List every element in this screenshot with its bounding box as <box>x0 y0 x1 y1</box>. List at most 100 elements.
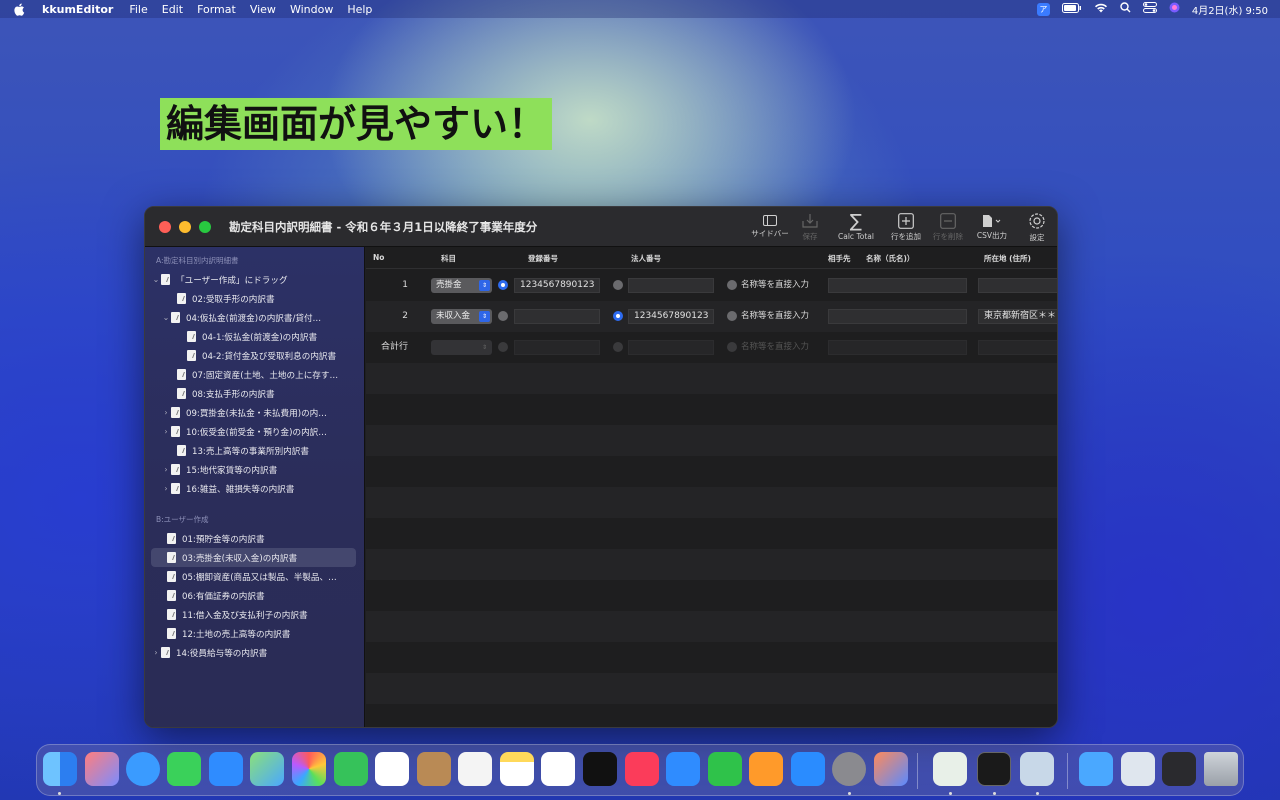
contacts-icon[interactable] <box>417 752 451 786</box>
apple-tv-icon[interactable] <box>583 752 617 786</box>
apple-menu-icon[interactable] <box>14 2 28 16</box>
corp-no-radio[interactable] <box>613 280 623 290</box>
control-center-icon[interactable] <box>1142 2 1157 16</box>
sidebar-item-07[interactable]: 07:固定資産(土地、土地の上に存す… <box>145 365 364 384</box>
address-field[interactable]: 東京都新宿区＊＊＊ <box>978 309 1057 324</box>
name-field[interactable] <box>828 278 967 293</box>
corp-no-field[interactable] <box>628 278 714 293</box>
maps-icon[interactable] <box>250 752 284 786</box>
col-header-account[interactable]: 科目 <box>441 253 456 264</box>
col-header-reg-no[interactable]: 登録番号 <box>528 253 558 264</box>
menu-window[interactable]: Window <box>290 3 333 16</box>
battery-icon[interactable] <box>1061 2 1082 16</box>
pages-icon[interactable] <box>749 752 783 786</box>
sidebar-item-08[interactable]: 08:支払手形の内訳書 <box>145 384 364 403</box>
sidebar-item-05[interactable]: 05:棚卸資産(商品又は製品、半製品、… <box>145 567 364 586</box>
keynote-icon[interactable] <box>666 752 700 786</box>
sidebar-item-14[interactable]: › 14:役員給与等の内訳書 <box>145 643 364 662</box>
chevron-right-icon[interactable]: › <box>161 408 171 417</box>
reg-no-radio[interactable] <box>498 342 508 352</box>
address-field[interactable] <box>978 340 1057 355</box>
screenshot-stack-icon[interactable] <box>1162 752 1196 786</box>
sidebar-toggle-button[interactable]: サイドバー <box>747 207 793 247</box>
trash-icon[interactable] <box>1204 752 1238 786</box>
chevron-right-icon[interactable]: › <box>161 427 171 436</box>
reg-no-radio[interactable] <box>498 311 508 321</box>
corp-no-field[interactable]: 1234567890123 <box>628 309 714 324</box>
chevron-right-icon[interactable]: › <box>161 484 171 493</box>
direct-input-radio[interactable] <box>727 280 737 290</box>
chevron-down-icon[interactable]: ⌄ <box>151 275 161 284</box>
numbers-icon[interactable] <box>708 752 742 786</box>
notes-icon[interactable] <box>500 752 534 786</box>
sidebar-item-15[interactable]: › 15:地代家賃等の内訳書 <box>145 460 364 479</box>
reg-no-field[interactable] <box>514 340 600 355</box>
col-header-corp-no[interactable]: 法人番号 <box>631 253 661 264</box>
photos-icon[interactable] <box>292 752 326 786</box>
siri-icon[interactable] <box>1169 2 1180 16</box>
iphone-mirroring-icon[interactable] <box>874 752 908 786</box>
close-window-button[interactable] <box>159 220 171 233</box>
menu-clock[interactable]: 4月2日(水) 9:50 <box>1192 2 1268 17</box>
menu-view[interactable]: View <box>250 3 276 16</box>
menu-app-name[interactable]: kkumEditor <box>42 3 113 16</box>
minimize-window-button[interactable] <box>179 220 191 233</box>
preview-icon[interactable] <box>1020 752 1054 786</box>
freeform-icon[interactable] <box>541 752 575 786</box>
sidebar-item-16[interactable]: › 16:雑益、雑損失等の内訳書 <box>145 479 364 498</box>
chevron-right-icon[interactable]: › <box>151 648 161 657</box>
account-select[interactable]: 売掛金 ⇕ <box>431 278 492 293</box>
chevron-down-icon[interactable]: ⌄ <box>161 313 171 322</box>
sidebar-item-04-1[interactable]: 04-1:仮払金(前渡金)の内訳書 <box>145 327 364 346</box>
sidebar-item-10[interactable]: › 10:仮受金(前受金・預り金)の内訳… <box>145 422 364 441</box>
app-store-icon[interactable] <box>791 752 825 786</box>
col-header-no[interactable]: No <box>373 253 384 262</box>
sidebar-item-02[interactable]: 02:受取手形の内訳書 <box>145 289 364 308</box>
sidebar-item-06[interactable]: 06:有価証券の内訳書 <box>145 586 364 605</box>
corp-no-field[interactable] <box>628 340 714 355</box>
csv-export-button[interactable]: CSV出力 <box>969 207 1015 247</box>
reg-no-field[interactable]: 1234567890123 <box>514 278 600 293</box>
music-icon[interactable] <box>625 752 659 786</box>
chevron-right-icon[interactable]: › <box>161 465 171 474</box>
sidebar-item-04[interactable]: ⌄ 04:仮払金(前渡金)の内訳書/貸付… <box>145 308 364 327</box>
menu-format[interactable]: Format <box>197 3 236 16</box>
menu-help[interactable]: Help <box>347 3 372 16</box>
name-field[interactable] <box>828 309 967 324</box>
mail-icon[interactable] <box>209 752 243 786</box>
facetime-icon[interactable] <box>334 752 368 786</box>
sidebar-item-13[interactable]: 13:売上高等の事業所別内訳書 <box>145 441 364 460</box>
system-settings-icon[interactable] <box>832 752 866 786</box>
sidebar-item-12[interactable]: 12:土地の売上高等の内訳書 <box>145 624 364 643</box>
zoom-window-button[interactable] <box>199 220 211 233</box>
reg-no-radio[interactable] <box>498 280 508 290</box>
kkumeditor-csv-icon[interactable] <box>933 752 967 786</box>
sidebar-item-09[interactable]: › 09:買掛金(未払金・未払費用)の内… <box>145 403 364 422</box>
sidebar-item-drag-group[interactable]: ⌄ 「ユーザー作成」にドラッグ <box>145 270 364 289</box>
account-select[interactable]: 未収入金 ⇕ <box>431 309 492 324</box>
sidebar-item-04-2[interactable]: 04-2:貸付金及び受取利息の内訳書 <box>145 346 364 365</box>
settings-button[interactable]: 設定 <box>1015 207 1057 247</box>
add-row-button[interactable]: 行を追加 <box>885 207 927 247</box>
menu-file[interactable]: File <box>129 3 147 16</box>
messages-icon[interactable] <box>167 752 201 786</box>
sidebar-item-03[interactable]: 03:売掛金(未収入金)の内訳書 <box>145 548 364 567</box>
safari-icon[interactable] <box>126 752 160 786</box>
reminders-icon[interactable] <box>458 752 492 786</box>
col-header-name[interactable]: 名称（氏名)） <box>866 253 914 264</box>
recent-window-icon[interactable] <box>1121 752 1155 786</box>
sidebar-item-11[interactable]: 11:借入金及び支払利子の内訳書 <box>145 605 364 624</box>
corp-no-radio[interactable] <box>613 342 623 352</box>
address-field[interactable] <box>978 278 1057 293</box>
reg-no-field[interactable] <box>514 309 600 324</box>
downloads-folder-icon[interactable] <box>1079 752 1113 786</box>
launchpad-icon[interactable] <box>85 752 119 786</box>
menu-edit[interactable]: Edit <box>162 3 183 16</box>
wifi-icon[interactable] <box>1094 3 1108 16</box>
finder-icon[interactable] <box>43 752 77 786</box>
calc-total-button[interactable]: ∑ Calc Total <box>827 207 885 247</box>
direct-input-radio[interactable] <box>727 342 737 352</box>
direct-input-radio[interactable] <box>727 311 737 321</box>
calendar-icon[interactable] <box>375 752 409 786</box>
save-button[interactable]: 保存 <box>793 207 827 247</box>
